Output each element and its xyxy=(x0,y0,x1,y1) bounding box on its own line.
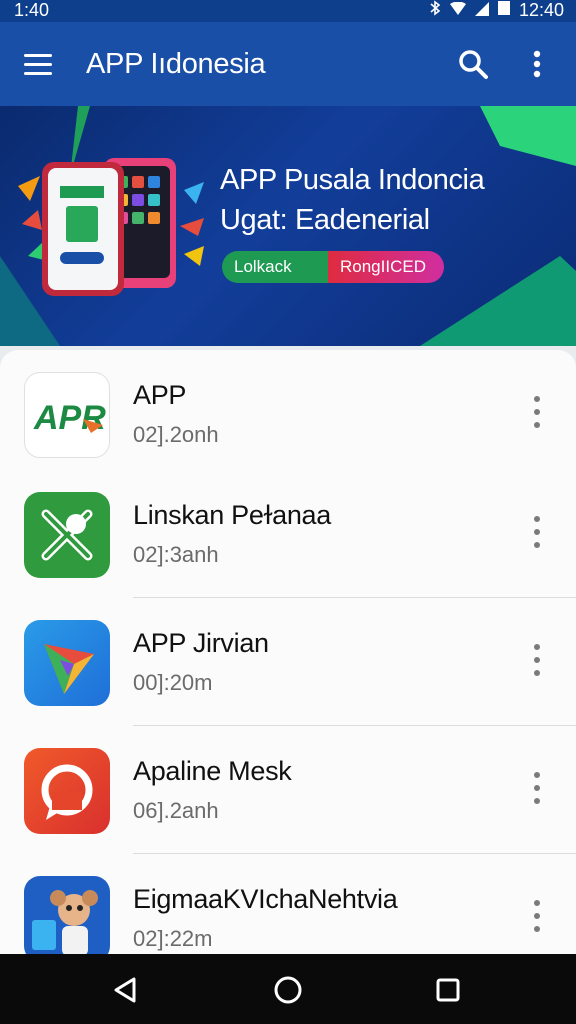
status-bar: 1:40 12:40 xyxy=(0,0,576,22)
more-vert-icon[interactable] xyxy=(522,46,552,82)
app-meta: 02]:3anh xyxy=(133,542,219,567)
list-item[interactable]: APP Jirvian 00]:20m xyxy=(0,598,576,726)
recents-icon[interactable] xyxy=(432,974,464,1006)
menu-icon[interactable] xyxy=(20,48,60,80)
list-item[interactable]: APR APP 02].2onh xyxy=(0,350,576,478)
row-more-icon[interactable] xyxy=(524,898,550,934)
banner-button-secondary[interactable]: RongIICED xyxy=(314,251,444,283)
battery-icon xyxy=(497,0,511,20)
crossed-tools-icon xyxy=(24,492,110,578)
list-item[interactable]: Linskan Peɫanaa 02]:3anh xyxy=(0,470,576,598)
system-nav-bar xyxy=(0,954,576,1024)
apr-logo-text: APR xyxy=(33,399,106,437)
row-more-icon[interactable] xyxy=(524,770,550,806)
app-name: APP Jirvian xyxy=(133,628,269,658)
app-title: APP Iıdonesia xyxy=(86,48,266,80)
app-meta: 02]:22m xyxy=(133,926,213,951)
banner-title-line2: Ugat: Eadenerial xyxy=(220,204,430,236)
signal-icon xyxy=(474,0,489,20)
status-icons: 12:40 xyxy=(429,0,564,20)
app-meta: 06].2anh xyxy=(133,798,219,823)
app-bar: APP Iıdonesia xyxy=(0,22,576,129)
banner-title: APP Pusala Indoncia Ugat: Eadenerial xyxy=(220,160,485,240)
bluetooth-icon xyxy=(429,0,441,20)
apr-logo-icon: APR xyxy=(24,372,110,458)
app-meta: 02].2onh xyxy=(133,422,219,447)
app-meta: 00]:20m xyxy=(133,670,213,695)
search-icon[interactable] xyxy=(455,46,491,82)
phone-illustration-front xyxy=(42,162,124,296)
app-name: EigmaaKVIchaNehtvia xyxy=(133,884,398,914)
row-more-icon[interactable] xyxy=(524,642,550,678)
cartoon-character-icon xyxy=(24,876,110,954)
app-list: APR APP 02].2onh Linskan Peɫanaa 02]:3an… xyxy=(0,350,576,954)
chat-bubble-icon xyxy=(24,748,110,834)
app-name: APP xyxy=(133,380,187,410)
row-more-icon[interactable] xyxy=(524,514,550,550)
home-icon[interactable] xyxy=(272,974,304,1006)
list-item[interactable]: EigmaaKVIchaNehtvia 02]:22m xyxy=(0,854,576,954)
promo-banner[interactable]: APP Pusala Indoncia Ugat: Eadenerial Ron… xyxy=(0,106,576,346)
back-icon[interactable] xyxy=(110,974,142,1006)
row-more-icon[interactable] xyxy=(524,394,550,430)
banner-button-primary[interactable]: Lolkack xyxy=(222,251,328,283)
list-item[interactable]: Apaline Mesk 06].2anh xyxy=(0,726,576,854)
app-name: Linskan Peɫanaa xyxy=(133,500,331,530)
status-time-right: 12:40 xyxy=(518,0,564,20)
play-triangle-icon xyxy=(24,620,110,706)
banner-title-line1: APP Pusala Indoncia xyxy=(220,164,485,196)
status-time: 1:40 xyxy=(14,0,50,20)
app-name: Apaline Mesk xyxy=(133,756,292,786)
wifi-icon xyxy=(449,0,467,20)
